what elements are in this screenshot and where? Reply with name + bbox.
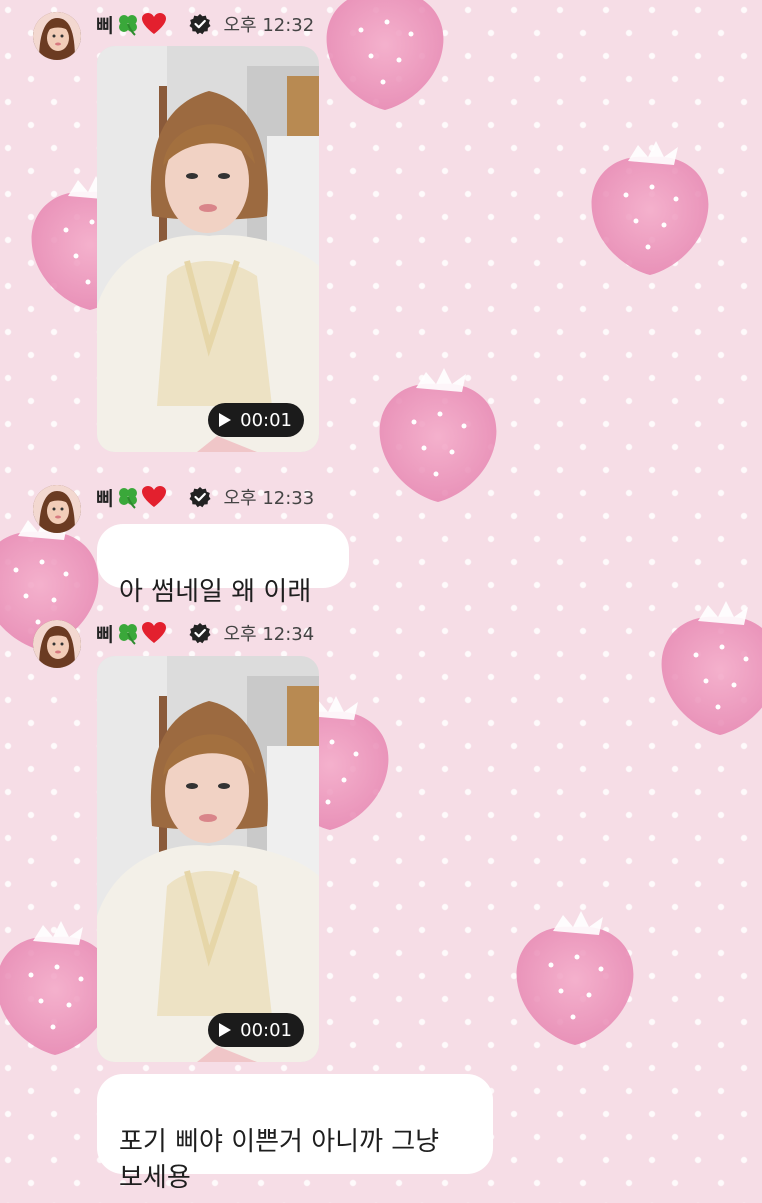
text-message-bubble[interactable]: 포기 삐야 이쁜거 아니까 그냥 보세용 bbox=[97, 1074, 493, 1193]
verified-icon bbox=[189, 13, 211, 35]
avatar[interactable] bbox=[33, 12, 81, 60]
message-text: 포기 삐야 이쁜거 아니까 그냥 보세용 bbox=[119, 1127, 440, 1193]
message-timestamp: 오후 12:32 bbox=[223, 15, 315, 36]
clover-icon bbox=[115, 621, 141, 645]
video-message[interactable]: 00:01 bbox=[97, 46, 319, 452]
text-message-bubble[interactable]: 아 썸네일 왜 이래 bbox=[97, 524, 349, 607]
message-timestamp: 오후 12:34 bbox=[223, 624, 315, 645]
strawberry-decoration bbox=[379, 368, 497, 502]
sender-name[interactable]: 삐 bbox=[96, 484, 113, 511]
heart-icon bbox=[141, 12, 167, 36]
strawberry-decoration bbox=[516, 911, 634, 1045]
video-thumbnail bbox=[97, 46, 319, 452]
verified-icon bbox=[189, 486, 211, 508]
sender-name[interactable]: 삐 bbox=[96, 620, 113, 647]
video-duration: 00:01 bbox=[240, 409, 292, 431]
strawberry-decoration bbox=[661, 601, 762, 735]
message-timestamp: 오후 12:33 bbox=[223, 488, 315, 509]
strawberry-decoration bbox=[591, 141, 709, 275]
strawberry-decoration bbox=[326, 0, 444, 110]
heart-icon bbox=[141, 621, 167, 645]
message-header: 삐 오후 12:32 bbox=[96, 11, 314, 37]
avatar[interactable] bbox=[33, 485, 81, 533]
sender-name[interactable]: 삐 bbox=[96, 11, 113, 38]
play-icon bbox=[219, 413, 232, 427]
video-duration-badge[interactable]: 00:01 bbox=[208, 403, 304, 437]
video-duration: 00:01 bbox=[240, 1019, 292, 1041]
avatar-image bbox=[33, 485, 81, 533]
verified-icon bbox=[189, 622, 211, 644]
clover-icon bbox=[115, 485, 141, 509]
avatar-image bbox=[33, 620, 81, 668]
message-header: 삐 오후 12:34 bbox=[96, 620, 314, 646]
video-duration-badge[interactable]: 00:01 bbox=[208, 1013, 304, 1047]
avatar[interactable] bbox=[33, 620, 81, 668]
message-header: 삐 오후 12:33 bbox=[96, 484, 314, 510]
video-message[interactable]: 00:01 bbox=[97, 656, 319, 1062]
heart-icon bbox=[141, 485, 167, 509]
avatar-image bbox=[33, 12, 81, 60]
video-thumbnail bbox=[97, 656, 319, 1062]
clover-icon bbox=[115, 12, 141, 36]
play-icon bbox=[219, 1023, 232, 1037]
message-text: 아 썸네일 왜 이래 bbox=[119, 577, 312, 607]
